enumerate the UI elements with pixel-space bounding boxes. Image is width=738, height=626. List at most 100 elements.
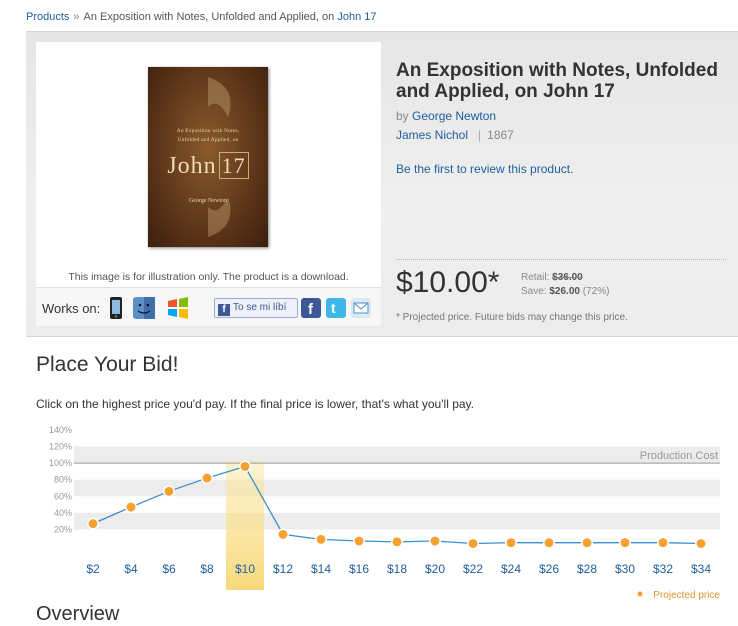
works-on-label: Works on: — [42, 301, 101, 316]
mac-icon — [133, 297, 155, 319]
x-tick-label[interactable]: $12 — [273, 562, 293, 576]
y-tick-label: 60% — [54, 491, 72, 501]
cover-title-number: 17 — [218, 152, 249, 179]
publisher-divider: | — [478, 128, 482, 142]
x-tick-label[interactable]: $8 — [200, 562, 214, 576]
product-panel: An Exposition with Notes, Unfolded and A… — [26, 31, 738, 337]
facebook-like-label: To se mi líbí — [233, 302, 287, 313]
product-byline: by George Newton — [396, 109, 496, 123]
bid-point-22[interactable] — [467, 537, 479, 550]
x-tick-label[interactable]: $18 — [387, 562, 407, 576]
facebook-share-icon[interactable]: f — [301, 298, 321, 318]
bid-chart[interactable]: 20% 40% 60% 80% 100% 120% 140% Production Cost $… — [30, 420, 730, 605]
overview-heading: Overview — [36, 603, 120, 625]
publish-year: 1867 — [487, 128, 514, 142]
bid-point-34[interactable] — [695, 537, 707, 550]
phone-icon — [110, 297, 122, 319]
breadcrumb: Products » An Exposition with Notes, Unfol… — [26, 11, 376, 23]
image-note: This image is for illustration only. The… — [68, 271, 349, 283]
bid-point-12[interactable] — [277, 528, 289, 541]
bid-point-18[interactable] — [391, 535, 403, 548]
y-tick-label: 80% — [54, 475, 72, 485]
review-link[interactable]: Be the first to review this product. — [396, 162, 573, 176]
x-tick-label[interactable]: $32 — [653, 562, 673, 576]
windows-icon — [168, 297, 188, 319]
svg-text:f: f — [308, 301, 314, 318]
save-line: Save: $26.00 (72%) — [521, 285, 609, 299]
cover-title: John 17 — [148, 152, 268, 180]
projected-price-note: * Projected price. Future bids may chang… — [396, 312, 628, 323]
by-label: by — [396, 109, 409, 123]
product-image-box: An Exposition with Notes, Unfolded and A… — [36, 42, 381, 326]
bid-point-2[interactable] — [87, 517, 99, 530]
chart-grid-band — [74, 446, 720, 464]
retail-savings: Retail: $36.00 Save: $26.00 (72%) — [521, 271, 609, 299]
price-divider — [396, 259, 726, 260]
retail-line: Retail: $36.00 — [521, 271, 609, 285]
svg-text:t: t — [331, 300, 336, 316]
place-bid-heading: Place Your Bid! — [36, 353, 179, 376]
facebook-f-icon: f — [218, 304, 230, 316]
x-tick-label[interactable]: $2 — [86, 562, 100, 576]
x-tick-label[interactable]: $20 — [425, 562, 445, 576]
x-tick-label[interactable]: $10 — [235, 562, 255, 576]
cover-title-word: John — [167, 153, 217, 179]
projected-price: $10.00* — [396, 266, 500, 299]
publisher-line: James Nichol | 1867 — [396, 128, 514, 142]
y-tick-label: 120% — [49, 442, 72, 452]
bid-point-26[interactable] — [543, 536, 555, 549]
x-tick-label[interactable]: $26 — [539, 562, 559, 576]
book-cover-image: An Exposition with Notes, Unfolded and A… — [148, 67, 268, 247]
author-link[interactable]: George Newton — [412, 109, 496, 123]
save-value: $26.00 — [549, 286, 580, 297]
x-tick-label[interactable]: $14 — [311, 562, 331, 576]
x-tick-label[interactable]: $34 — [691, 562, 711, 576]
y-tick-label: 140% — [49, 425, 72, 435]
bid-point-14[interactable] — [315, 533, 327, 546]
publisher-link[interactable]: James Nichol — [396, 128, 468, 142]
breadcrumb-separator: » — [73, 11, 80, 23]
bid-point-16[interactable] — [353, 535, 365, 547]
y-tick-label: 100% — [49, 458, 72, 468]
bid-point-10[interactable] — [239, 460, 251, 473]
cover-author: George Newton — [188, 198, 228, 204]
y-tick-label: 40% — [54, 508, 72, 518]
facebook-like-button[interactable]: f To se mi líbí — [214, 298, 298, 318]
bid-point-30[interactable] — [619, 536, 631, 549]
bid-point-32[interactable] — [657, 536, 669, 549]
projected-price-line — [92, 465, 702, 545]
breadcrumb-item-link[interactable]: John 17 — [337, 11, 376, 23]
x-tick-label[interactable]: $22 — [463, 562, 483, 576]
breadcrumb-products-link[interactable]: Products — [26, 11, 69, 23]
twitter-share-icon[interactable]: t — [326, 298, 346, 318]
cover-subtitle: An Exposition with Notes, Unfolded and A… — [148, 127, 268, 145]
bid-point-4[interactable] — [125, 501, 137, 514]
x-tick-label[interactable]: $4 — [124, 562, 138, 576]
breadcrumb-item-prefix: An Exposition with Notes, Unfolded and A… — [83, 11, 335, 23]
legend-marker — [637, 591, 643, 597]
chart-grid-band — [74, 512, 720, 530]
production-cost-label: Production Cost — [640, 450, 718, 462]
bid-point-6[interactable] — [163, 485, 175, 498]
works-on-bar: Works on: f To se mi líbí f t — [36, 287, 381, 326]
save-label: Save: — [521, 286, 547, 297]
bid-point-24[interactable] — [505, 536, 517, 549]
x-tick-label[interactable]: $30 — [615, 562, 635, 576]
cover-subtitle-line: An Exposition with Notes, — [176, 128, 240, 134]
x-tick-label[interactable]: $16 — [349, 562, 369, 576]
retail-label: Retail: — [521, 272, 550, 283]
bid-instruction: Click on the highest price you'd pay. If… — [36, 397, 474, 411]
bid-point-28[interactable] — [581, 536, 593, 549]
product-title: An Exposition with Notes, Unfolded and A… — [396, 60, 718, 102]
bid-point-8[interactable] — [201, 472, 213, 485]
x-tick-label[interactable]: $28 — [577, 562, 597, 576]
y-tick-label: 20% — [54, 524, 72, 534]
cover-subtitle-line: Unfolded and Applied, on — [177, 137, 239, 143]
email-share-icon[interactable] — [351, 298, 371, 318]
save-percent: (72%) — [582, 286, 610, 297]
retail-value: $36.00 — [552, 272, 583, 283]
x-tick-label[interactable]: $6 — [162, 562, 176, 576]
x-tick-label[interactable]: $24 — [501, 562, 521, 576]
legend-label: Projected price — [653, 590, 720, 601]
bid-point-20[interactable] — [429, 535, 441, 547]
